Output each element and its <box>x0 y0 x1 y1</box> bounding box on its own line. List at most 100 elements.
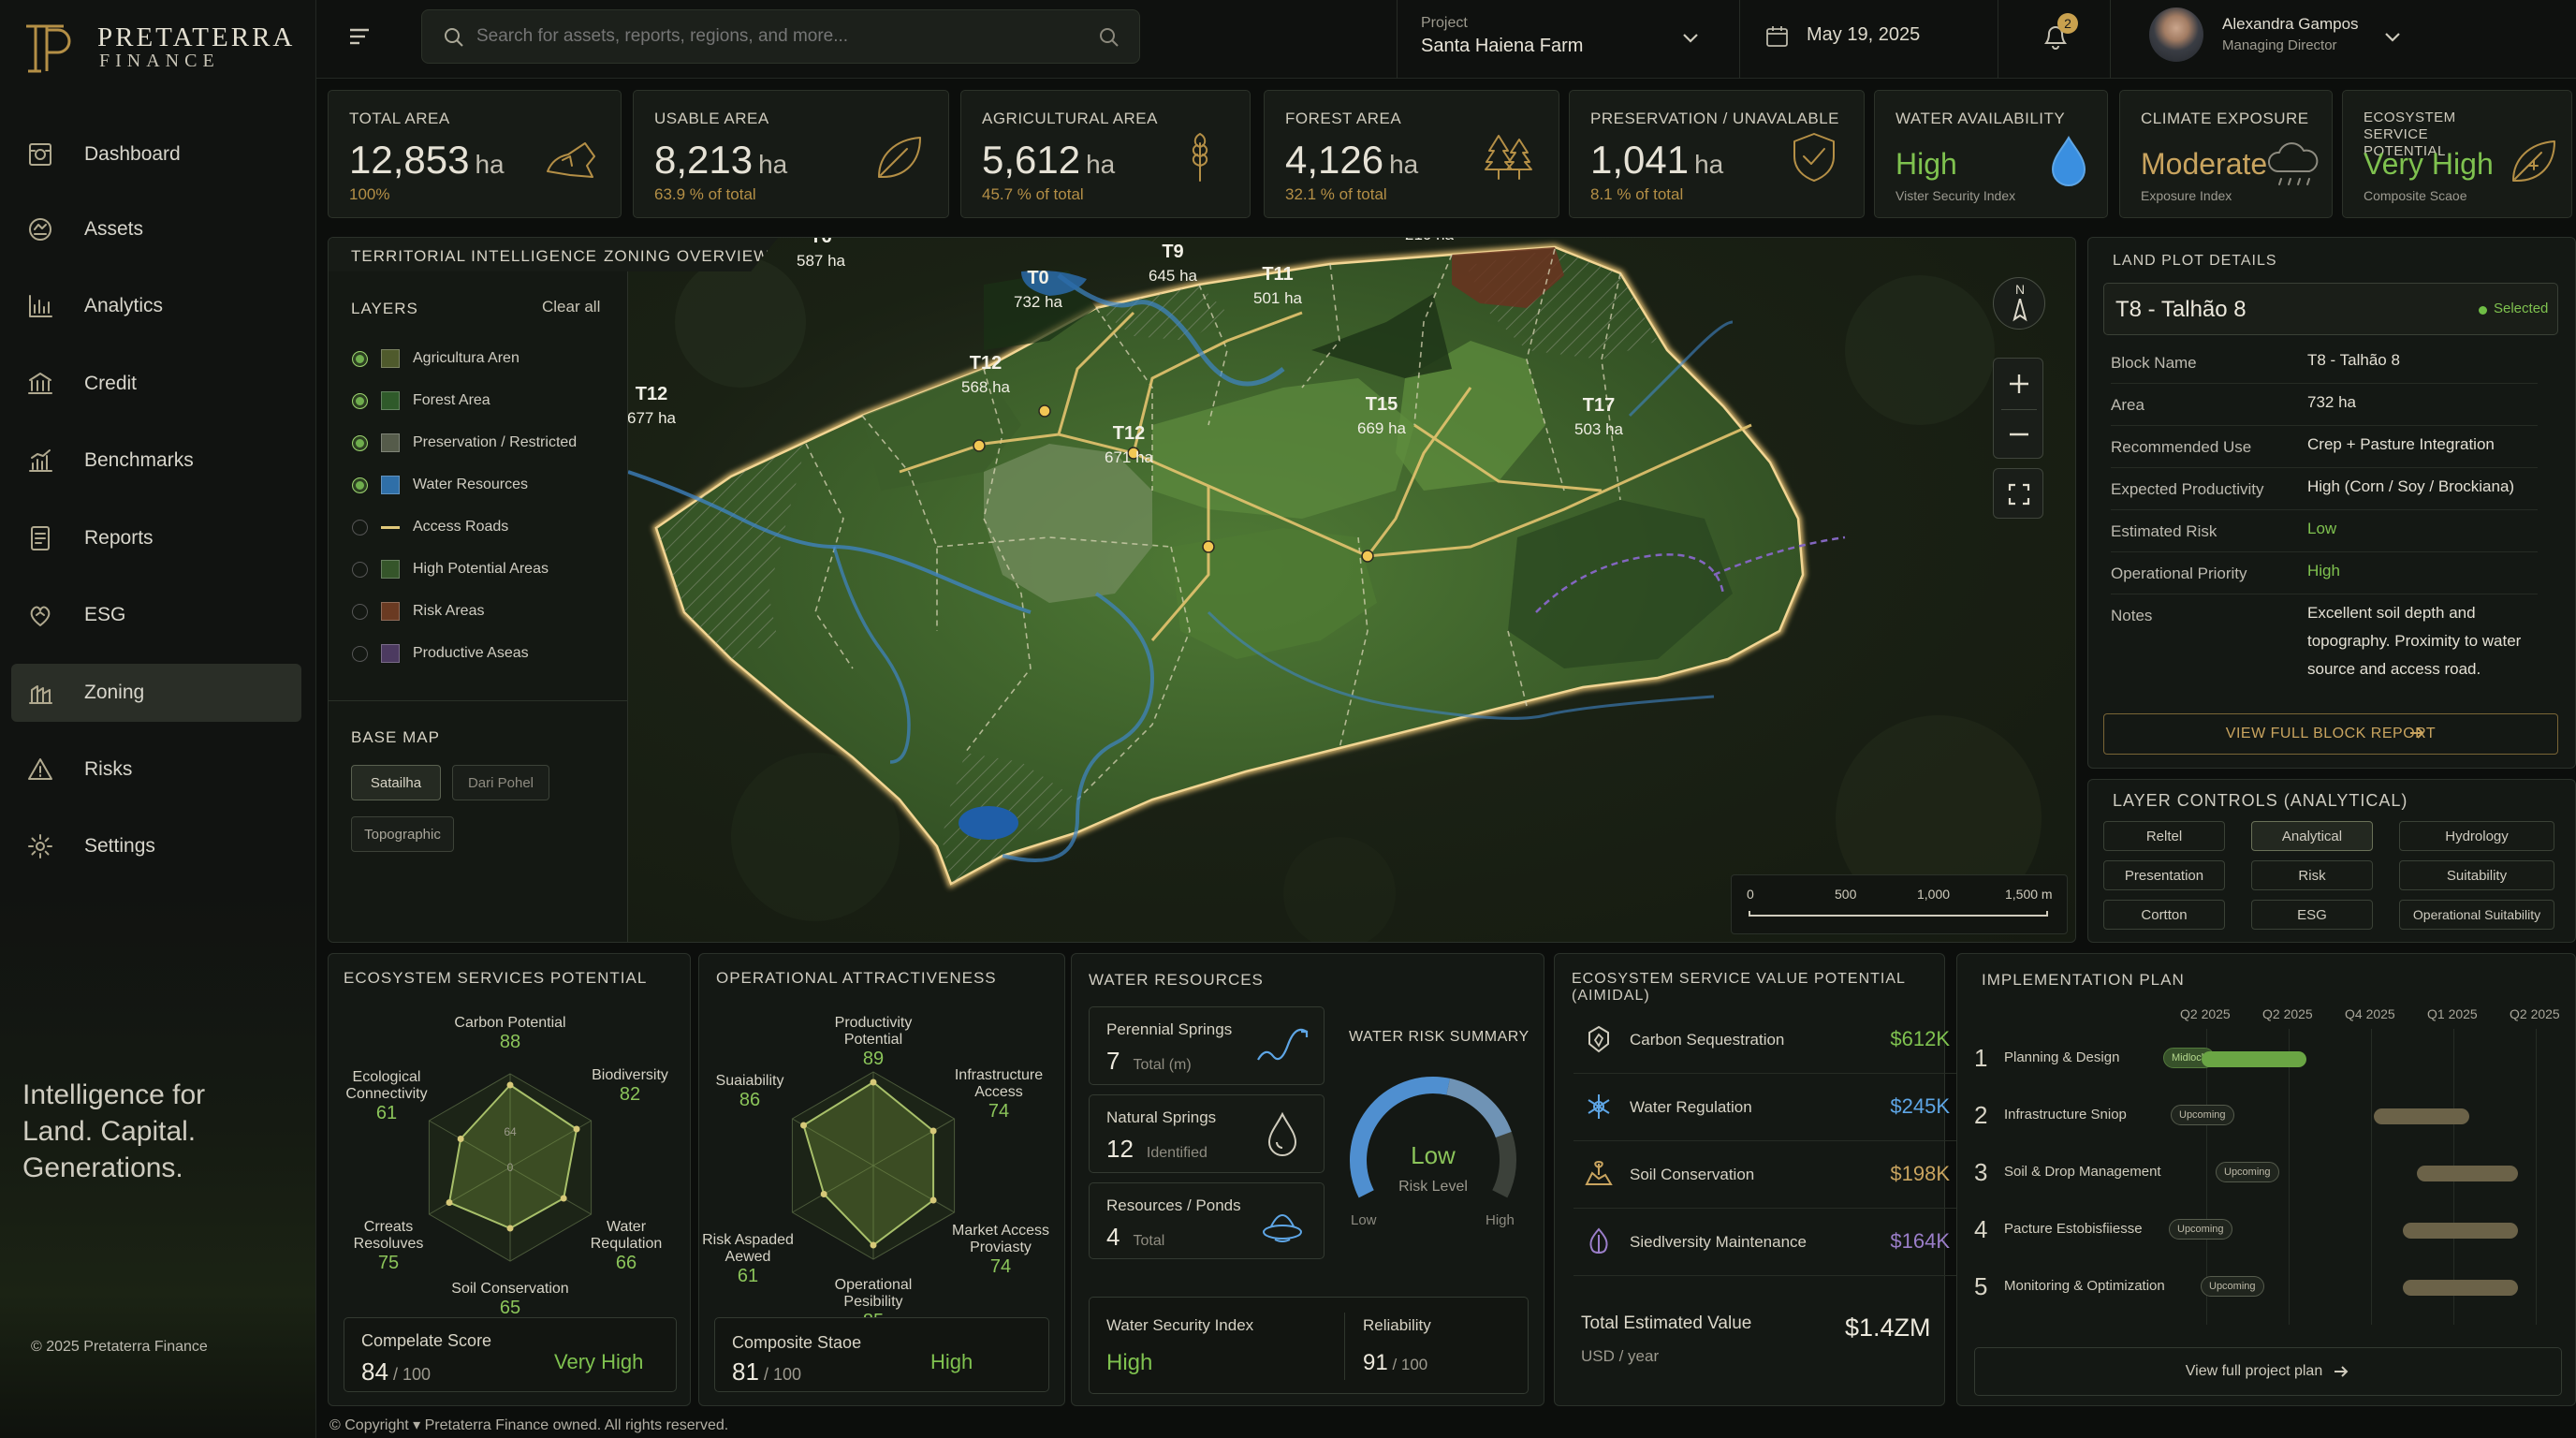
layer-toggle[interactable]: Forest Area <box>352 389 490 413</box>
kpi-card-preservation-unavalable[interactable]: PRESERVATION / UNAVALABLE 1,041 ha 8.1 % of… <box>1569 90 1865 218</box>
clear-all-button[interactable]: Clear all <box>542 298 600 316</box>
esv-row[interactable]: Siedlversity Maintenance $164K <box>1573 1209 1957 1276</box>
sidebar-item-zoning[interactable]: Zoning <box>11 664 301 722</box>
operational-title: OPERATIONAL ATTRACTIVENESS <box>716 969 997 987</box>
plot-label-t8[interactable]: T8210 ha <box>1405 238 1455 243</box>
layer-toggle[interactable]: Risk Areas <box>352 599 484 624</box>
plot-label-t11[interactable]: T11 501 ha <box>1253 264 1303 307</box>
layer-toggle[interactable]: Agricultura Aren <box>352 346 520 371</box>
impl-gantt-bar <box>2402 1280 2518 1296</box>
project-selector[interactable]: Project Santa Haiena Farm <box>1421 13 1720 66</box>
esv-row[interactable]: Carbon Sequestration $612K <box>1573 1006 1957 1074</box>
notifications-bell-icon[interactable]: 2 <box>2041 13 2078 52</box>
sidebar-item-analytics[interactable]: Analytics <box>11 277 301 335</box>
basemap-satellite-button[interactable]: Satailha <box>351 765 441 800</box>
copyright: © Copyright ▾ Pretaterra Finance owned. … <box>329 1417 729 1433</box>
layer-toggle[interactable]: Access Roads <box>352 515 508 539</box>
plot-label-t17[interactable]: T17 503 ha <box>1574 395 1624 438</box>
plot-label-t6[interactable]: T6 587 ha <box>797 238 846 270</box>
map-title-sep: · <box>581 247 587 265</box>
impl-quarter-label: Q2 2025 <box>2262 1006 2313 1021</box>
layer-control-presentation[interactable]: Presentation <box>2103 860 2225 890</box>
plot-label-t12[interactable]: T12 671 ha <box>1105 423 1154 466</box>
kpi-card-agricultural-area[interactable]: AGRICULTURAL AREA 5,612 ha 45.7 % of total <box>960 90 1251 218</box>
radar-axis-label: Carbon Potential <box>454 1015 565 1031</box>
layer-toggle[interactable]: High Potential Areas <box>352 557 549 581</box>
zoom-out-button[interactable] <box>1994 409 2044 460</box>
esv-row[interactable]: Soil Conservation $198K <box>1573 1141 1957 1209</box>
basemap-topographic-button[interactable]: Topographic <box>351 816 454 852</box>
radar-axis-value: 88 <box>500 1032 520 1052</box>
basemap-dark-button[interactable]: Dari Pohel <box>452 765 549 800</box>
layer-control-analytical[interactable]: Analytical <box>2251 821 2373 851</box>
layer-control-reltel[interactable]: Reltel <box>2103 821 2225 851</box>
layer-control-esg[interactable]: ESG <box>2251 900 2373 930</box>
user-menu-chevron-icon[interactable] <box>2383 28 2402 47</box>
sidebar-item-assets[interactable]: Assets <box>11 200 301 258</box>
plot-label-t0[interactable]: T0 732 ha <box>1014 268 1063 311</box>
impl-row[interactable]: 1 Planning & Design Midlock <box>1974 1034 2564 1091</box>
analytics-icon <box>26 292 54 320</box>
search-bar[interactable] <box>421 9 1140 64</box>
layer-toggle[interactable]: Water Resources <box>352 473 528 497</box>
layer-control-operational-suitability[interactable]: Operational Suitability <box>2399 900 2554 930</box>
date-display[interactable]: May 19, 2025 <box>1807 24 1920 46</box>
kpi-value: 1,041 <box>1590 138 1690 182</box>
sidebar-item-esg[interactable]: ESG <box>11 586 301 644</box>
layer-control-hydrology[interactable]: Hydrology <box>2399 821 2554 851</box>
app-root: PRETATERRA FINANCE Dashboard Assets Analyt… <box>0 0 2576 1438</box>
plot-label-t15[interactable]: T15 669 ha <box>1357 394 1407 437</box>
avatar[interactable] <box>2149 7 2203 62</box>
water-item-value: 4 <box>1106 1223 1120 1251</box>
water-item[interactable]: Natural Springs 12 Identified <box>1089 1094 1325 1173</box>
zoom-in-button[interactable] <box>1994 359 2044 409</box>
sidebar-item-benchmarks[interactable]: Benchmarks <box>11 432 301 490</box>
kpi-card-forest-area[interactable]: FOREST AREA 4,126 ha 32.1 % of total <box>1264 90 1559 218</box>
kpi-card-usable-area[interactable]: USABLE AREA 8,213 ha 63.9 % of total <box>633 90 949 218</box>
kpi-card-climate-exposure[interactable]: CLIMATE EXPOSURE Moderate Exposure Index <box>2119 90 2333 218</box>
radar-axis-label: Requlation <box>591 1236 663 1252</box>
kpi-card-water-availability[interactable]: WATER AVAILABILITY High Vister Security In… <box>1874 90 2108 218</box>
impl-row[interactable]: 4 Pacture Estobisfiiesse Upcoming <box>1974 1206 2564 1262</box>
water-item[interactable]: Perennial Springs 7 Total (m) <box>1089 1006 1325 1085</box>
fullscreen-button[interactable] <box>1993 468 2043 519</box>
water-item[interactable]: Resources / Ponds 4 Total <box>1089 1182 1325 1259</box>
radar-point <box>800 1122 808 1129</box>
kpi-label: CLIMATE EXPOSURE <box>2141 110 2309 127</box>
menu-toggle-icon[interactable] <box>346 22 374 51</box>
esv-row-value: $198K <box>1890 1162 1950 1185</box>
sidebar-item-reports[interactable]: Reports <box>11 509 301 567</box>
sidebar-item-risks[interactable]: Risks <box>11 741 301 799</box>
radar-axis-value: 61 <box>376 1103 397 1123</box>
search-submit-icon[interactable] <box>1098 26 1120 49</box>
layer-control-cortton[interactable]: Cortton <box>2103 900 2225 930</box>
view-full-block-report-button[interactable]: VIEW FULL BLOCK REPORT <box>2103 713 2558 755</box>
calendar-icon[interactable] <box>1765 24 1790 49</box>
kpi-value: 8,213 <box>654 138 754 182</box>
layer-control-risk[interactable]: Risk <box>2251 860 2373 890</box>
esv-row[interactable]: Water Regulation $245K <box>1573 1074 1957 1141</box>
impl-row[interactable]: 2 Infrastructure Sniop Upcoming <box>1974 1092 2564 1148</box>
kpi-card-ecosystem-service-potential[interactable]: ECOSYSTEM SERVICE POTENTIAL Very High Comp… <box>2342 90 2572 218</box>
sidebar-item-credit[interactable]: Credit <box>11 355 301 413</box>
kpi-card-total-area[interactable]: TOTAL AREA 12,853 ha 100% <box>328 90 622 218</box>
layer-control-suitability[interactable]: Suitability <box>2399 860 2554 890</box>
impl-gantt-bar <box>2402 1223 2518 1239</box>
search-input[interactable] <box>476 22 1076 51</box>
layer-label: High Potential Areas <box>413 561 549 577</box>
user-name[interactable]: Alexandra Gampos <box>2222 15 2359 34</box>
sidebar-item-dashboard[interactable]: Dashboard <box>11 125 301 183</box>
view-full-plan-button[interactable]: View full project plan <box>1974 1347 2562 1396</box>
kpi-value-wrap: 5,612 ha <box>982 138 1115 183</box>
plot-label-t12[interactable]: T12 677 ha <box>628 384 677 427</box>
impl-row[interactable]: 3 Soil & Drop Management Upcoming <box>1974 1149 2564 1205</box>
sidebar-item-settings[interactable]: Settings <box>11 817 301 875</box>
plot-detail-row: Estimated Risk Low <box>2111 511 2538 552</box>
layer-toggle[interactable]: Preservation / Restricted <box>352 431 577 455</box>
plot-label-t9[interactable]: T9 645 ha <box>1149 242 1198 285</box>
search-icon <box>443 26 465 49</box>
impl-row[interactable]: 5 Monitoring & Optimization Upcoming <box>1974 1263 2564 1319</box>
compass-button[interactable]: N <box>1993 277 2045 330</box>
plot-label-t12[interactable]: T12 568 ha <box>961 353 1011 396</box>
layer-toggle[interactable]: Productive Aseas <box>352 641 529 666</box>
